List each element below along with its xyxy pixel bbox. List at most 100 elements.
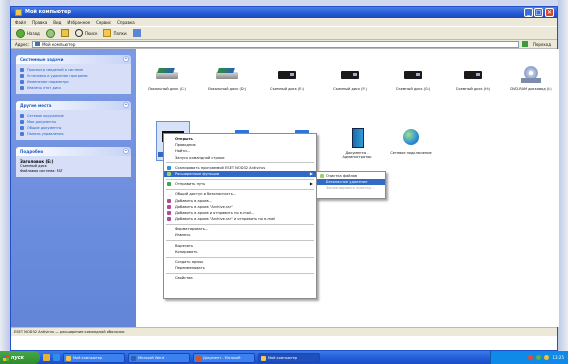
removable-disk-icon	[274, 63, 300, 85]
back-label: Назад	[27, 30, 40, 36]
folders-button[interactable]: Папки	[103, 29, 127, 37]
drive-g[interactable]: Съемный диск (G:)	[388, 63, 438, 91]
taskbar-task-3[interactable]: Документ - Microsoft	[193, 352, 255, 363]
menu-edit[interactable]: Правка	[32, 20, 47, 25]
details-header[interactable]: Подробно ^	[16, 147, 131, 156]
place-label: Панель управления	[27, 132, 64, 136]
menu-item-archive-rar-email[interactable]: Добавить в архив "Archive.rar" и отправи…	[164, 216, 316, 222]
forward-button[interactable]	[45, 28, 55, 38]
drive-label: DVD-RAM дисковод (I:)	[510, 87, 552, 91]
menu-item-copy[interactable]: Копировать	[164, 249, 316, 255]
quicklaunch-browser-icon[interactable]	[53, 354, 60, 361]
system-tasks-title: Системные задачи	[20, 57, 64, 62]
drive-d[interactable]: Локальный диск (D:)	[202, 63, 252, 91]
menu-favorites[interactable]: Избранное	[67, 20, 90, 25]
close-button[interactable]: ✕	[545, 8, 554, 17]
menu-help[interactable]: Справка	[117, 20, 135, 25]
advanced-submenu: Очистка файлов Безопасное удаление Запла…	[316, 171, 386, 199]
search-button[interactable]: Поиск	[74, 29, 97, 37]
system-tasks-panel: Системные задачи ^ Просмотр сведений о с…	[16, 55, 131, 94]
menu-view[interactable]: Вид	[53, 20, 61, 25]
hard-disk-icon	[214, 63, 240, 85]
menu-item-label: Отправить путь	[175, 182, 206, 187]
menu-item-eject[interactable]: Извлечь	[164, 232, 316, 238]
taskbar: пуск Мой компьютер Microsoft Word Докуме…	[0, 351, 568, 364]
place-control-panel[interactable]: Панель управления	[20, 131, 127, 137]
collapse-icon[interactable]: ^	[123, 56, 129, 62]
task-label: Изменение параметра	[27, 80, 69, 84]
menu-item-advanced[interactable]: Расширенные функции ▶	[164, 170, 316, 178]
my-documents-item[interactable]: Документы - Администратор	[332, 127, 382, 159]
info-icon	[20, 68, 24, 72]
drive-f[interactable]: Съемный диск (F:)	[325, 63, 375, 91]
task-label: Просмотр сведений о системе	[27, 68, 84, 72]
submenu-arrow-icon: ▶	[309, 170, 313, 176]
taskbar-task-2[interactable]: Microsoft Word	[128, 352, 190, 363]
menu-item-label: Сканировать программой ESET NOD32 Antivi…	[175, 165, 266, 170]
task-label: Мой компьютер	[268, 355, 298, 360]
search-icon	[74, 29, 83, 37]
windows-logo-icon	[3, 354, 9, 361]
task-label: Мой компьютер	[73, 355, 103, 360]
network-connection-item[interactable]: Сетевое подключение	[386, 127, 436, 155]
screen-edge-left	[0, 0, 10, 364]
other-places-header[interactable]: Другие места ^	[16, 101, 131, 110]
item-label: Документы - Администратор	[342, 151, 372, 159]
menu-separator	[166, 188, 314, 190]
menu-file[interactable]: Файл	[15, 20, 26, 25]
minimize-button[interactable]: _	[524, 8, 533, 17]
collapse-icon[interactable]: ^	[123, 148, 129, 154]
drive-label: Локальный диск (D:)	[207, 87, 247, 91]
submenu-item-schedule-clean[interactable]: Запланировать очистку...	[317, 185, 385, 191]
menu-separator	[166, 240, 314, 242]
network-tray-icon[interactable]	[536, 355, 542, 360]
menu-separator	[166, 223, 314, 225]
documents-icon	[20, 120, 24, 124]
go-button[interactable]: Переход	[533, 42, 557, 47]
send-icon	[167, 182, 171, 187]
menu-item-send-path[interactable]: Отправить путь ▶	[164, 181, 316, 187]
drive-label: Съемный диск (H:)	[455, 87, 491, 91]
menu-item-label: Добавить в архив "Archive.rar" и отправи…	[175, 217, 276, 222]
menu-item-properties[interactable]: Свойства	[164, 275, 316, 281]
title-bar: Мой компьютер _ □ ✕	[11, 7, 557, 18]
drive-c[interactable]: Локальный диск (C:)	[142, 63, 192, 91]
menu-item-cmd[interactable]: Запуск командной строки	[164, 155, 316, 161]
up-folder-icon[interactable]	[60, 29, 69, 37]
task-label: Microsoft Word	[138, 355, 165, 360]
folder-icon	[103, 29, 112, 37]
document-icon	[196, 355, 201, 361]
antivirus-tray-icon[interactable]	[528, 355, 534, 360]
menu-item-label: Добавить в архив и отправить по e-mail..…	[175, 210, 255, 215]
address-input[interactable]: Мой компьютер	[32, 40, 519, 48]
start-button[interactable]: пуск	[0, 351, 40, 364]
quicklaunch-folder-icon[interactable]	[43, 354, 50, 361]
back-button[interactable]: Назад	[16, 28, 40, 38]
drive-i[interactable]: DVD-RAM дисковод (I:)	[506, 63, 556, 91]
menu-separator	[166, 272, 314, 274]
folders-label: Папки	[113, 30, 127, 36]
menu-item-label: Добавить в архив "Archive.rar"	[175, 204, 233, 209]
computer-icon	[15, 9, 22, 16]
word-icon	[131, 355, 136, 361]
eject-icon	[20, 86, 24, 90]
taskbar-task-4[interactable]: Мой компьютер	[258, 352, 320, 363]
menu-item-rename[interactable]: Переименовать	[164, 265, 316, 271]
network-icon	[398, 127, 424, 149]
task-eject-disk[interactable]: Извлечь этот диск	[20, 85, 127, 91]
drive-label: Съемный диск (E:)	[269, 87, 305, 91]
clock[interactable]: 13:25	[552, 355, 564, 360]
removable-disk-icon	[400, 63, 426, 85]
drive-e[interactable]: Съемный диск (E:)	[262, 63, 312, 91]
system-tasks-header[interactable]: Системные задачи ^	[16, 55, 131, 64]
menu-tools[interactable]: Сервис	[96, 20, 111, 25]
detail-filesystem: Файловая система: FAT	[20, 169, 63, 173]
volume-tray-icon[interactable]	[544, 355, 550, 360]
maximize-button[interactable]: □	[534, 8, 543, 17]
place-label: Сетевое окружение	[27, 114, 64, 118]
go-arrow-icon[interactable]	[521, 41, 528, 47]
collapse-icon[interactable]: ^	[123, 102, 129, 108]
views-icon[interactable]	[132, 29, 141, 37]
taskbar-task-1[interactable]: Мой компьютер	[63, 352, 125, 363]
drive-h[interactable]: Съемный диск (H:)	[448, 63, 498, 91]
